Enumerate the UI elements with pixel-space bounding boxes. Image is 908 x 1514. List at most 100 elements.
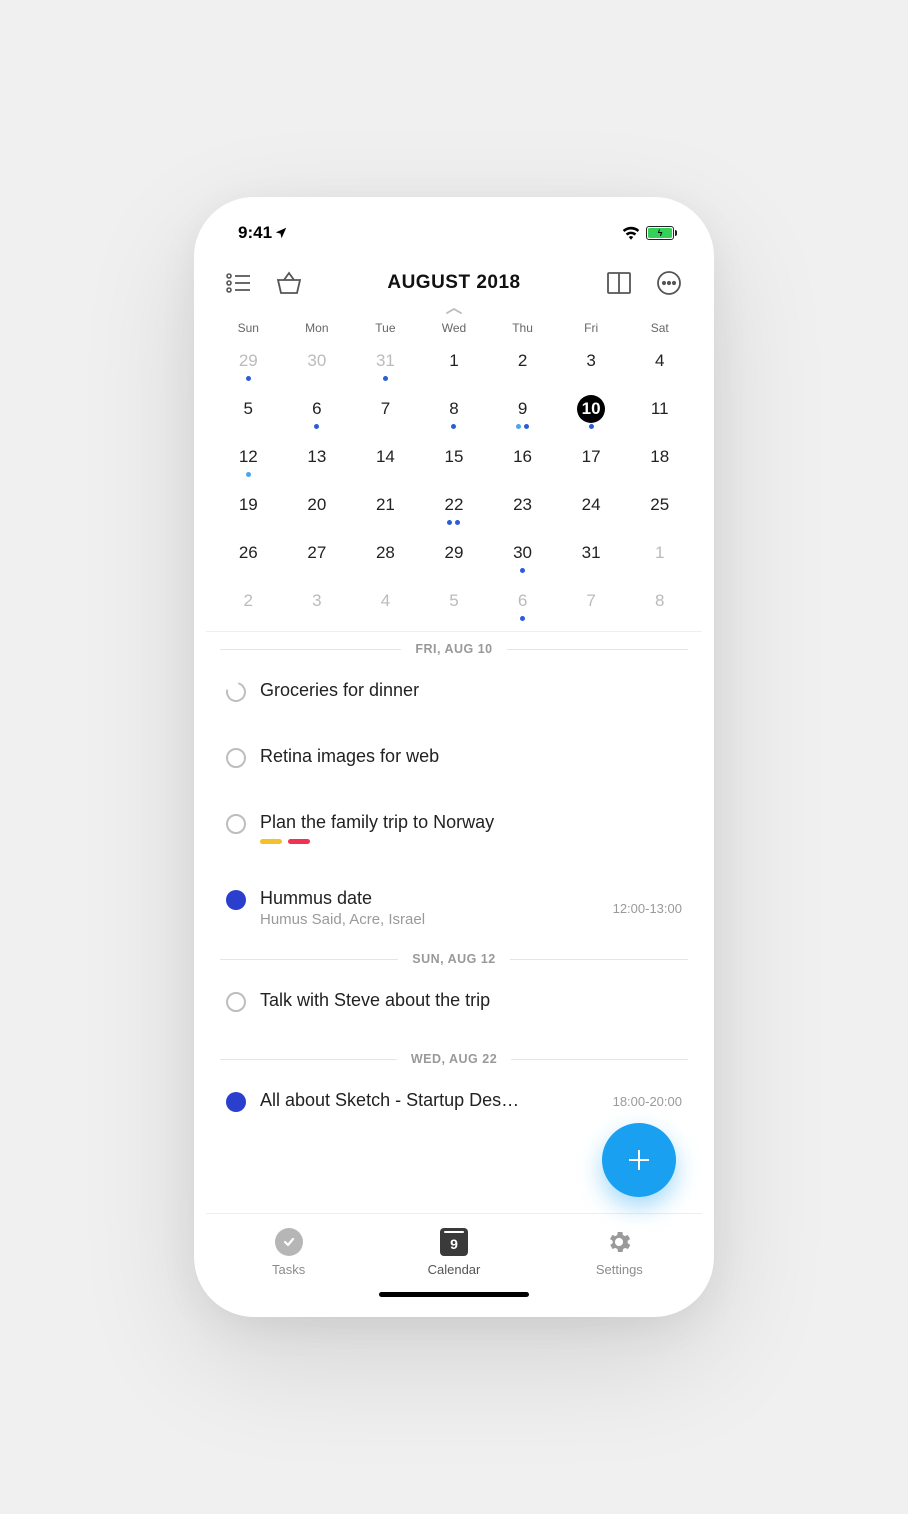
dow-label: Wed bbox=[420, 321, 489, 335]
dow-label: Sun bbox=[214, 321, 283, 335]
calendar-day[interactable]: 4 bbox=[351, 583, 420, 631]
calendar-day[interactable]: 6 bbox=[283, 391, 352, 439]
header-title[interactable]: AUGUST 2018 bbox=[387, 272, 520, 294]
calendar-day[interactable]: 18 bbox=[625, 439, 694, 487]
tab-tasks-label: Tasks bbox=[272, 1262, 305, 1277]
calendar-day[interactable]: 24 bbox=[557, 487, 626, 535]
book-icon[interactable] bbox=[604, 268, 634, 298]
calendar-day[interactable]: 15 bbox=[420, 439, 489, 487]
dow-label: Sat bbox=[625, 321, 694, 335]
location-arrow-icon bbox=[274, 226, 288, 240]
agenda-section-header: WED, AUG 22 bbox=[206, 1042, 702, 1076]
calendar-day[interactable]: 29 bbox=[214, 343, 283, 391]
status-time-text: 9:41 bbox=[238, 223, 272, 243]
tab-tasks[interactable]: Tasks bbox=[206, 1214, 371, 1289]
calendar-day[interactable]: 25 bbox=[625, 487, 694, 535]
plus-icon bbox=[624, 1145, 654, 1175]
item-subtitle: Humus Said, Acre, Israel bbox=[260, 911, 599, 928]
more-icon[interactable] bbox=[654, 268, 684, 298]
calendar-day[interactable]: 8 bbox=[625, 583, 694, 631]
calendar-day[interactable]: 28 bbox=[351, 535, 420, 583]
calendar-day[interactable]: 7 bbox=[557, 583, 626, 631]
item-title: All about Sketch - Startup Des… bbox=[260, 1090, 599, 1111]
agenda-event[interactable]: Hummus date Humus Said, Acre, Israel 12:00… bbox=[206, 874, 702, 942]
tag-pill bbox=[260, 839, 282, 844]
calendar-day[interactable]: 2 bbox=[488, 343, 557, 391]
calendar-day[interactable]: 10 bbox=[557, 391, 626, 439]
item-time: 12:00-13:00 bbox=[613, 901, 682, 916]
calendar-day[interactable]: 19 bbox=[214, 487, 283, 535]
agenda-task[interactable]: Retina images for web bbox=[206, 732, 702, 798]
task-checkbox[interactable] bbox=[226, 814, 246, 834]
tab-calendar[interactable]: 9 Calendar bbox=[371, 1214, 536, 1289]
item-title: Hummus date bbox=[260, 888, 599, 909]
dow-label: Tue bbox=[351, 321, 420, 335]
tag-pill bbox=[288, 839, 310, 844]
agenda-section-header: FRI, AUG 10 bbox=[206, 632, 702, 666]
agenda-task[interactable]: Groceries for dinner bbox=[206, 666, 702, 732]
add-button[interactable] bbox=[602, 1123, 676, 1197]
calendar-day[interactable]: 30 bbox=[283, 343, 352, 391]
tab-settings-label: Settings bbox=[596, 1262, 643, 1277]
calendar-day[interactable]: 29 bbox=[420, 535, 489, 583]
collapse-chevron-icon[interactable] bbox=[206, 307, 702, 315]
tab-calendar-label: Calendar bbox=[428, 1262, 481, 1277]
dow-label: Fri bbox=[557, 321, 626, 335]
calendar-day[interactable]: 3 bbox=[283, 583, 352, 631]
calendar-day[interactable]: 8 bbox=[420, 391, 489, 439]
app-header: AUGUST 2018 bbox=[206, 257, 702, 309]
battery-icon: ϟ bbox=[646, 226, 674, 240]
calendar-icon-day: 9 bbox=[450, 1236, 458, 1252]
calendar-day[interactable]: 22 bbox=[420, 487, 489, 535]
task-checkbox[interactable] bbox=[222, 678, 249, 705]
agenda-section-header: SUN, AUG 12 bbox=[206, 942, 702, 976]
check-circle-icon bbox=[275, 1228, 303, 1256]
gear-icon bbox=[604, 1227, 634, 1257]
item-time: 18:00-20:00 bbox=[613, 1094, 682, 1109]
calendar-grid: SunMonTueWedThuFriSat 293031123456789101… bbox=[206, 319, 702, 632]
agenda-task[interactable]: Talk with Steve about the trip bbox=[206, 976, 702, 1042]
task-checkbox[interactable] bbox=[226, 748, 246, 768]
calendar-day[interactable]: 1 bbox=[625, 535, 694, 583]
calendar-day[interactable]: 3 bbox=[557, 343, 626, 391]
home-indicator[interactable] bbox=[379, 1292, 529, 1297]
calendar-day[interactable]: 2 bbox=[214, 583, 283, 631]
calendar-day[interactable]: 4 bbox=[625, 343, 694, 391]
calendar-day[interactable]: 1 bbox=[420, 343, 489, 391]
dow-label: Thu bbox=[488, 321, 557, 335]
calendar-day[interactable]: 31 bbox=[557, 535, 626, 583]
calendar-day[interactable]: 9 bbox=[488, 391, 557, 439]
calendar-icon: 9 bbox=[440, 1228, 468, 1256]
item-title: Talk with Steve about the trip bbox=[260, 990, 682, 1011]
wifi-icon bbox=[622, 226, 640, 240]
calendar-day[interactable]: 26 bbox=[214, 535, 283, 583]
agenda-event[interactable]: All about Sketch - Startup Des… 18:00-20:… bbox=[206, 1076, 702, 1126]
dow-label: Mon bbox=[283, 321, 352, 335]
calendar-day[interactable]: 17 bbox=[557, 439, 626, 487]
item-title: Retina images for web bbox=[260, 746, 682, 767]
tab-settings[interactable]: Settings bbox=[537, 1214, 702, 1289]
item-title: Groceries for dinner bbox=[260, 680, 682, 701]
agenda-task[interactable]: Plan the family trip to Norway bbox=[206, 798, 702, 874]
calendar-day[interactable]: 13 bbox=[283, 439, 352, 487]
event-dot-icon bbox=[226, 1092, 246, 1112]
calendar-day[interactable]: 20 bbox=[283, 487, 352, 535]
calendar-day[interactable]: 30 bbox=[488, 535, 557, 583]
calendar-day[interactable]: 5 bbox=[214, 391, 283, 439]
status-time: 9:41 bbox=[238, 223, 288, 243]
item-title: Plan the family trip to Norway bbox=[260, 812, 682, 833]
calendar-day[interactable]: 6 bbox=[488, 583, 557, 631]
calendar-day[interactable]: 5 bbox=[420, 583, 489, 631]
basket-icon[interactable] bbox=[274, 268, 304, 298]
calendar-day[interactable]: 21 bbox=[351, 487, 420, 535]
task-checkbox[interactable] bbox=[226, 992, 246, 1012]
calendar-day[interactable]: 14 bbox=[351, 439, 420, 487]
calendar-day[interactable]: 12 bbox=[214, 439, 283, 487]
calendar-day[interactable]: 16 bbox=[488, 439, 557, 487]
calendar-day[interactable]: 23 bbox=[488, 487, 557, 535]
calendar-day[interactable]: 31 bbox=[351, 343, 420, 391]
calendar-day[interactable]: 11 bbox=[625, 391, 694, 439]
list-icon[interactable] bbox=[224, 268, 254, 298]
calendar-day[interactable]: 27 bbox=[283, 535, 352, 583]
calendar-day[interactable]: 7 bbox=[351, 391, 420, 439]
